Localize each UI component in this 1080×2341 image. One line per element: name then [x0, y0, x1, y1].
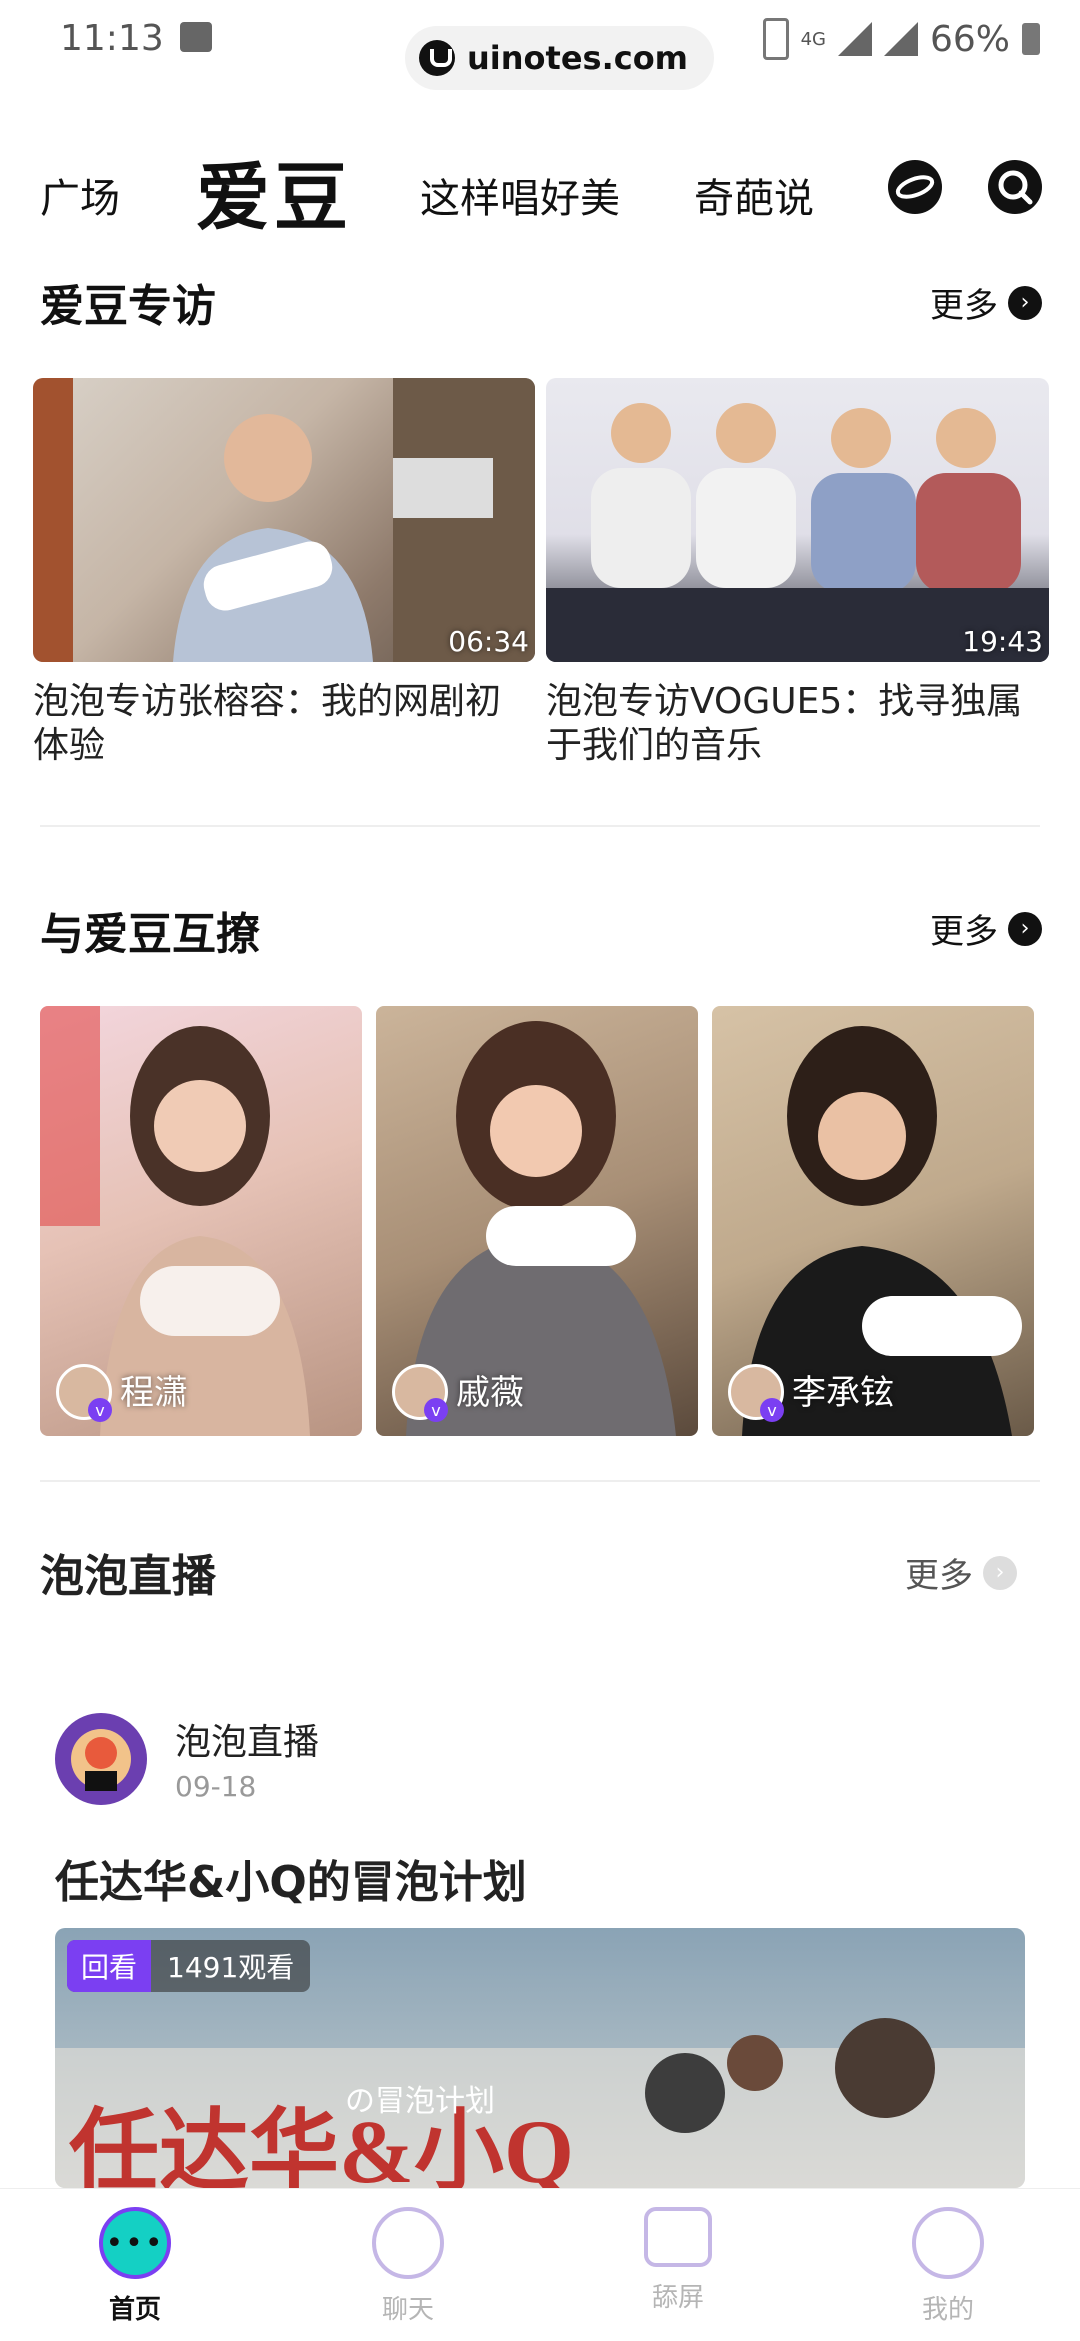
chevron-right-icon: ›: [983, 1555, 1017, 1590]
tab-sing[interactable]: 这样唱好美: [420, 166, 620, 224]
chat-face-icon: [372, 2207, 444, 2279]
nav-home[interactable]: ••• 首页: [65, 2207, 205, 2326]
more-label: 更多: [930, 912, 998, 952]
status-time: 11:13: [60, 18, 164, 59]
live-cover[interactable]: 任达华&小Q の冒泡计划 回看 1491观看: [55, 1928, 1025, 2188]
watermark-badge: uinotes.com: [405, 26, 715, 90]
tab-idol[interactable]: 爱豆: [196, 138, 352, 245]
home-chat-icon: •••: [99, 2207, 171, 2279]
replay-label: 回看: [67, 1940, 152, 1992]
more-live-button[interactable]: 更多 ›: [905, 1548, 1017, 1597]
post-date: 09-18: [175, 1770, 257, 1803]
duration-1: 06:34: [448, 625, 529, 658]
star-card-3[interactable]: v 李承铉: [712, 1006, 1034, 1436]
divider: [40, 825, 1040, 827]
interview-title-2[interactable]: 泡泡专访VOGUE5：找寻独属于我们的音乐: [546, 680, 1049, 768]
profile-face-icon: [912, 2207, 984, 2279]
star-name-1: 程潇: [120, 1373, 188, 1413]
author-avatar[interactable]: [55, 1713, 147, 1805]
interview-thumbnail-1: [33, 378, 535, 662]
tab-qipashuo[interactable]: 奇葩说: [694, 166, 814, 224]
interview-card-1[interactable]: 06:34: [33, 378, 535, 662]
signal-icon-2: [883, 22, 918, 56]
nav-screen[interactable]: 舔屏: [608, 2207, 748, 2314]
duration-2: 19:43: [962, 625, 1043, 658]
cover-subtitle: の冒泡计划: [345, 2084, 495, 2119]
chevron-right-icon: ›: [1008, 285, 1042, 320]
replay-badge: 回看 1491观看: [67, 1940, 311, 1992]
interview-thumbnail-2: [546, 403, 1049, 662]
search-icon[interactable]: [988, 160, 1042, 214]
view-count: 1491观看: [167, 1951, 295, 1984]
author-name[interactable]: 泡泡直播: [175, 1713, 319, 1765]
nav-me-label: 我的: [921, 2295, 974, 2325]
watermark-text: uinotes.com: [467, 39, 689, 77]
battery-icon: [1022, 23, 1040, 55]
nav-home-label: 首页: [108, 2295, 161, 2325]
tab-square[interactable]: 广场: [40, 166, 120, 224]
vibrate-icon: [762, 18, 789, 60]
planet-icon[interactable]: [888, 160, 942, 214]
nav-chat-label: 聊天: [381, 2295, 434, 2325]
signal-icon: [837, 22, 872, 56]
status-right: 4G 66%: [762, 18, 1040, 60]
tv-play-icon: [644, 2207, 712, 2267]
image-notification-icon: [180, 22, 212, 52]
verified-icon: v: [88, 1398, 112, 1422]
section-title-live: 泡泡直播: [40, 1551, 216, 1602]
more-interact-button[interactable]: 更多 ›: [930, 904, 1042, 953]
section-title-interviews: 爱豆专访: [40, 281, 216, 332]
nav-chat[interactable]: 聊天: [338, 2207, 478, 2326]
divider: [40, 1480, 1040, 1482]
chevron-right-icon: ›: [1008, 911, 1042, 946]
network-type: 4G: [800, 28, 826, 50]
star-card-1[interactable]: v 程潇: [40, 1006, 362, 1436]
more-interviews-button[interactable]: 更多 ›: [930, 278, 1042, 327]
star-name-2: 戚薇: [456, 1373, 524, 1413]
verified-icon: v: [424, 1398, 448, 1422]
section-title-interact: 与爱豆互撩: [40, 909, 260, 960]
watermark-logo-icon: [419, 40, 455, 76]
more-label: 更多: [905, 1556, 973, 1596]
interview-title-1[interactable]: 泡泡专访张榕容：我的网剧初体验: [33, 680, 535, 768]
nav-screen-label: 舔屏: [651, 2283, 704, 2313]
star-name-3: 李承铉: [792, 1373, 894, 1413]
battery-percent: 66%: [929, 18, 1010, 60]
cover-title: 任达华&小Q: [69, 2103, 574, 2188]
top-nav: 广场 爱豆 这样唱好美 奇葩说: [40, 140, 1050, 241]
post-headline[interactable]: 任达华&小Q的冒泡计划: [55, 1846, 527, 1910]
verified-icon: v: [760, 1398, 784, 1422]
star-card-2[interactable]: v 戚薇: [376, 1006, 698, 1436]
more-label: 更多: [930, 286, 998, 326]
nav-me[interactable]: 我的: [878, 2207, 1018, 2326]
bottom-nav: ••• 首页 聊天 舔屏 我的: [0, 2188, 1080, 2341]
interview-card-2[interactable]: 19:43: [546, 378, 1049, 662]
